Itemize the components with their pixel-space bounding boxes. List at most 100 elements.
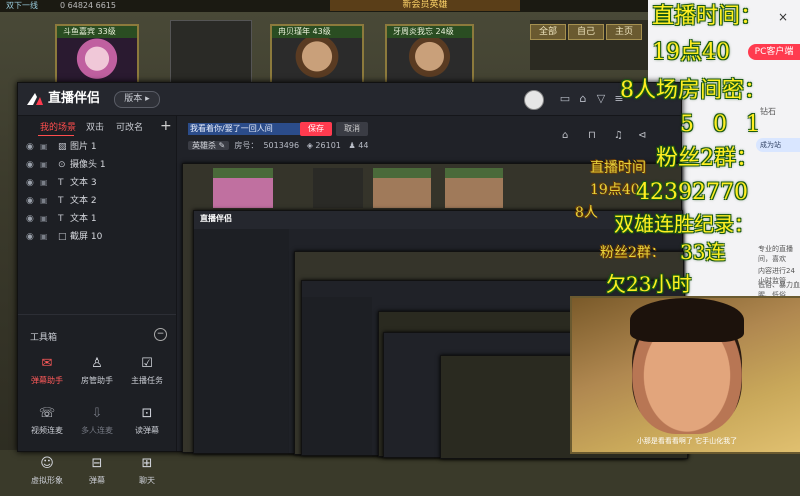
eye-icon[interactable]: ◉ bbox=[26, 192, 34, 210]
eye-icon[interactable]: ◉ bbox=[26, 228, 34, 246]
tab-my-scenes[interactable]: 我的场景 bbox=[40, 122, 76, 134]
source-row-text-3[interactable]: ◉ ▣ T 文本 3 bbox=[18, 174, 176, 192]
avatar-icon: ☺ bbox=[40, 456, 54, 471]
eye-icon[interactable]: ◉ bbox=[26, 138, 34, 156]
lock-icon[interactable]: ▣ bbox=[40, 156, 48, 174]
video-call-icon: ☏ bbox=[38, 406, 56, 421]
overlay-ghost-room: 8人 bbox=[575, 205, 598, 221]
scene-sidebar: 我的场景 双击 可改名 + ◉ ▣ ▧ 图片 1 ◉ ▣ ⊙ 摄像头 1 ◉ ▣ T 文本 3 ◉… bbox=[18, 116, 177, 485]
collapse-toolbox-button[interactable]: − bbox=[154, 328, 167, 341]
save-button[interactable]: 保存 bbox=[300, 122, 332, 136]
player-name-1: 斗鱼嘉宾 bbox=[63, 27, 95, 36]
tab-double-click[interactable]: 双击 bbox=[86, 122, 104, 134]
tool-video-link[interactable]: ☏ 视频连麦 bbox=[24, 406, 70, 446]
lock-icon[interactable]: ▣ bbox=[40, 192, 48, 210]
bell-icon[interactable]: ♫ bbox=[614, 129, 623, 143]
danmu-icon: ✉ bbox=[41, 356, 53, 371]
game-tab-self[interactable]: 自己 bbox=[568, 24, 604, 40]
tool-multi-link[interactable]: ⇩ 多人连麦 bbox=[74, 406, 120, 446]
eye-icon[interactable]: ◉ bbox=[26, 210, 34, 228]
eye-icon[interactable]: ◉ bbox=[26, 174, 34, 192]
source-label: 文本 1 bbox=[70, 214, 97, 224]
game-tab-home[interactable]: 主页 bbox=[606, 24, 642, 40]
tool-danmu[interactable]: ⊟ 弹幕 bbox=[74, 456, 120, 496]
game-title: 新会员英雄 bbox=[330, 0, 520, 11]
tool-avatar[interactable]: ☺ 虚拟形象 bbox=[24, 456, 70, 496]
source-row-text-1[interactable]: ◉ ▣ T 文本 1 bbox=[18, 210, 176, 228]
text-icon: T bbox=[58, 178, 64, 188]
tab-renamable[interactable]: 可改名 bbox=[116, 122, 143, 134]
user-icon: ♙ bbox=[91, 356, 103, 371]
screen-icon[interactable]: ⌂ bbox=[562, 129, 568, 143]
share-icon[interactable]: ⊲ bbox=[638, 129, 646, 143]
tool-chat[interactable]: ⊞ 聊天 bbox=[124, 456, 170, 496]
player-level-2: 43级 bbox=[312, 27, 331, 36]
tool-room-manager[interactable]: ♙ 房管助手 bbox=[74, 356, 120, 396]
room-info-row: 英雄杀 ✎ 房号： 5013496 ◈ 26101 ♟ 44 bbox=[188, 139, 368, 153]
text-icon: T bbox=[58, 214, 64, 224]
tool-read-danmu[interactable]: ⊡ 读弹幕 bbox=[124, 406, 170, 446]
player-level-1: 33级 bbox=[97, 27, 116, 36]
eye-icon[interactable]: ◉ bbox=[26, 156, 34, 174]
overlay-live-time-label: 直播时间： bbox=[652, 4, 763, 29]
user-avatar[interactable] bbox=[524, 90, 544, 110]
app-logo-text: 直播伴侣 bbox=[48, 91, 101, 106]
lock-icon[interactable]: ▣ bbox=[40, 174, 48, 192]
message-icon[interactable]: ▭ bbox=[558, 92, 572, 106]
lock-icon[interactable]: ▣ bbox=[40, 138, 48, 156]
danmu-box-icon: ⊟ bbox=[91, 456, 103, 471]
preview-logo: 直播伴侣 bbox=[200, 214, 232, 223]
pc-client-button[interactable]: PC客户端 bbox=[748, 44, 800, 60]
player-portrait-2 bbox=[272, 38, 362, 84]
overlay-owed-hours: 欠23小时 bbox=[606, 272, 692, 296]
chat-line-1: 专业的直播间，喜欢 bbox=[758, 245, 793, 263]
overlay-room-password-label: 8人场房间密： bbox=[620, 78, 766, 103]
cancel-button[interactable]: 取消 bbox=[336, 122, 368, 136]
text-icon: T bbox=[58, 196, 64, 206]
game-top-right-panel: 全部 自己 主页 bbox=[530, 20, 650, 70]
image-icon: ▧ bbox=[58, 142, 67, 152]
side-text-become[interactable]: 成为站 bbox=[756, 138, 800, 152]
unlock-icon[interactable]: ⊓ bbox=[588, 129, 596, 143]
screenshot-icon: □ bbox=[58, 232, 67, 242]
player-card-1[interactable]: 斗鱼嘉宾 33级 bbox=[55, 24, 139, 88]
camera-icon: ⊙ bbox=[58, 160, 66, 170]
overlay-room-password: 5 0 1 bbox=[680, 112, 766, 137]
source-row-screenshot-10[interactable]: ◉ ▣ □ 截屏 10 bbox=[18, 228, 176, 246]
game-tab-all[interactable]: 全部 bbox=[530, 24, 566, 40]
source-label: 文本 3 bbox=[70, 178, 97, 188]
source-row-image-1[interactable]: ◉ ▣ ▧ 图片 1 bbox=[18, 138, 176, 156]
category-tag[interactable]: 英雄杀 ✎ bbox=[188, 141, 230, 150]
preview-portrait-2 bbox=[373, 168, 431, 208]
stream-title-input[interactable]: 我看着你/娶了一回人间 bbox=[188, 123, 300, 135]
player-card-2[interactable]: 冉贝瑾年 43级 bbox=[270, 24, 364, 88]
download-icon: ⇩ bbox=[91, 406, 103, 421]
lock-icon[interactable]: ▣ bbox=[40, 228, 48, 246]
room-id: 5013496 bbox=[263, 141, 300, 150]
source-row-text-2[interactable]: ◉ ▣ T 文本 2 bbox=[18, 192, 176, 210]
source-row-camera-1[interactable]: ◉ ▣ ⊙ 摄像头 1 bbox=[18, 156, 176, 174]
source-label: 文本 2 bbox=[70, 196, 97, 206]
version-button[interactable]: 版本 ▸ bbox=[114, 91, 160, 108]
tool-danmu-assistant[interactable]: ✉ 弹幕助手 bbox=[24, 356, 70, 396]
room-label: 房号： bbox=[234, 141, 259, 150]
preview-header: 直播伴侣 bbox=[194, 211, 682, 229]
webcam-overlay: 小那是看看看啊了 它手山化我了 bbox=[570, 296, 800, 454]
close-icon[interactable]: × bbox=[778, 10, 788, 24]
toolbox-title: 工具箱 bbox=[30, 333, 58, 343]
lock-icon[interactable]: ▣ bbox=[40, 210, 48, 228]
tool-streamer-task[interactable]: ☑ 主播任务 bbox=[124, 356, 170, 396]
player-portrait-3 bbox=[387, 38, 472, 84]
streamer-hair bbox=[630, 298, 744, 342]
app-header: 直播伴侣 版本 ▸ ▭ ⌂ ▽ ≡ bbox=[18, 83, 681, 116]
add-scene-button[interactable]: + bbox=[160, 119, 172, 133]
filter-icon[interactable]: ▽ bbox=[594, 92, 608, 106]
heat-value: 26101 bbox=[315, 141, 341, 150]
source-label: 图片 1 bbox=[70, 142, 97, 152]
overlay-record-label: 双雄连胜纪录： bbox=[614, 212, 754, 236]
read-danmu-icon: ⊡ bbox=[141, 406, 153, 421]
gift-icon[interactable]: ⌂ bbox=[576, 92, 590, 106]
player-card-3[interactable]: 牙周炎我忘 24级 bbox=[385, 24, 474, 88]
active-tab-underline bbox=[38, 135, 74, 136]
overlay-ghost-time: 直播时间 bbox=[590, 160, 646, 176]
